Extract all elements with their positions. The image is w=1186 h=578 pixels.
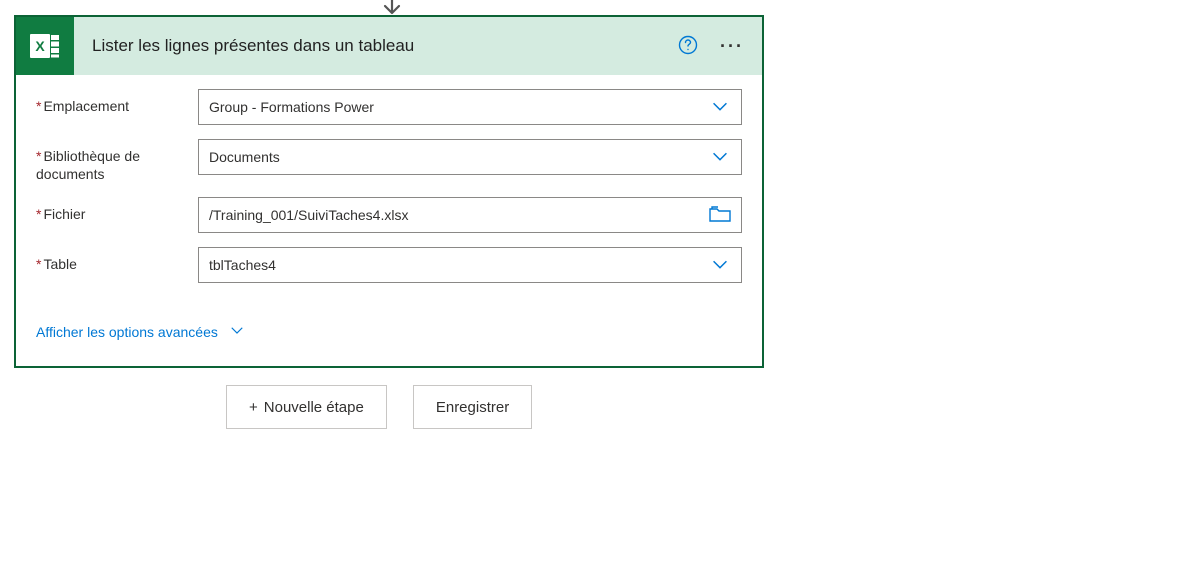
card-body: *Emplacement Group - Formations Power *B… [16, 75, 762, 366]
new-step-label: Nouvelle étape [264, 399, 364, 416]
emplacement-select[interactable]: Group - Formations Power [198, 89, 742, 125]
table-select[interactable]: tblTaches4 [198, 247, 742, 283]
chevron-down-icon [709, 145, 731, 170]
fichier-input[interactable]: /Training_001/SuiviTaches4.xlsx [198, 197, 742, 233]
fichier-label: *Fichier [36, 197, 198, 223]
advanced-options-link[interactable]: Afficher les options avancées [36, 321, 246, 342]
table-label: *Table [36, 247, 198, 273]
action-card: X Lister les lignes présentes dans un ta… [14, 15, 764, 368]
bibliotheque-select[interactable]: Documents [198, 139, 742, 175]
plus-icon: + [249, 399, 258, 416]
excel-icon: X [16, 17, 74, 75]
bibliotheque-label: *Bibliothèque de documents [36, 139, 198, 183]
footer-buttons: + Nouvelle étape Enregistrer [226, 385, 532, 429]
card-title: Lister les lignes présentes dans un tabl… [74, 36, 678, 56]
emplacement-label: *Emplacement [36, 89, 198, 115]
chevron-down-icon [709, 253, 731, 278]
folder-icon[interactable] [701, 205, 731, 226]
svg-text:X: X [35, 38, 45, 54]
table-value: tblTaches4 [209, 257, 709, 273]
chevron-down-icon [709, 95, 731, 120]
help-icon[interactable] [678, 35, 698, 58]
bibliotheque-value: Documents [209, 149, 709, 165]
advanced-options-label: Afficher les options avancées [36, 324, 218, 340]
emplacement-value: Group - Formations Power [209, 99, 709, 115]
save-button[interactable]: Enregistrer [413, 385, 532, 429]
chevron-down-icon [228, 321, 246, 342]
save-label: Enregistrer [436, 399, 509, 416]
more-icon[interactable]: ··· [720, 36, 744, 57]
fichier-value: /Training_001/SuiviTaches4.xlsx [209, 207, 701, 223]
new-step-button[interactable]: + Nouvelle étape [226, 385, 387, 429]
card-header[interactable]: X Lister les lignes présentes dans un ta… [16, 17, 762, 75]
